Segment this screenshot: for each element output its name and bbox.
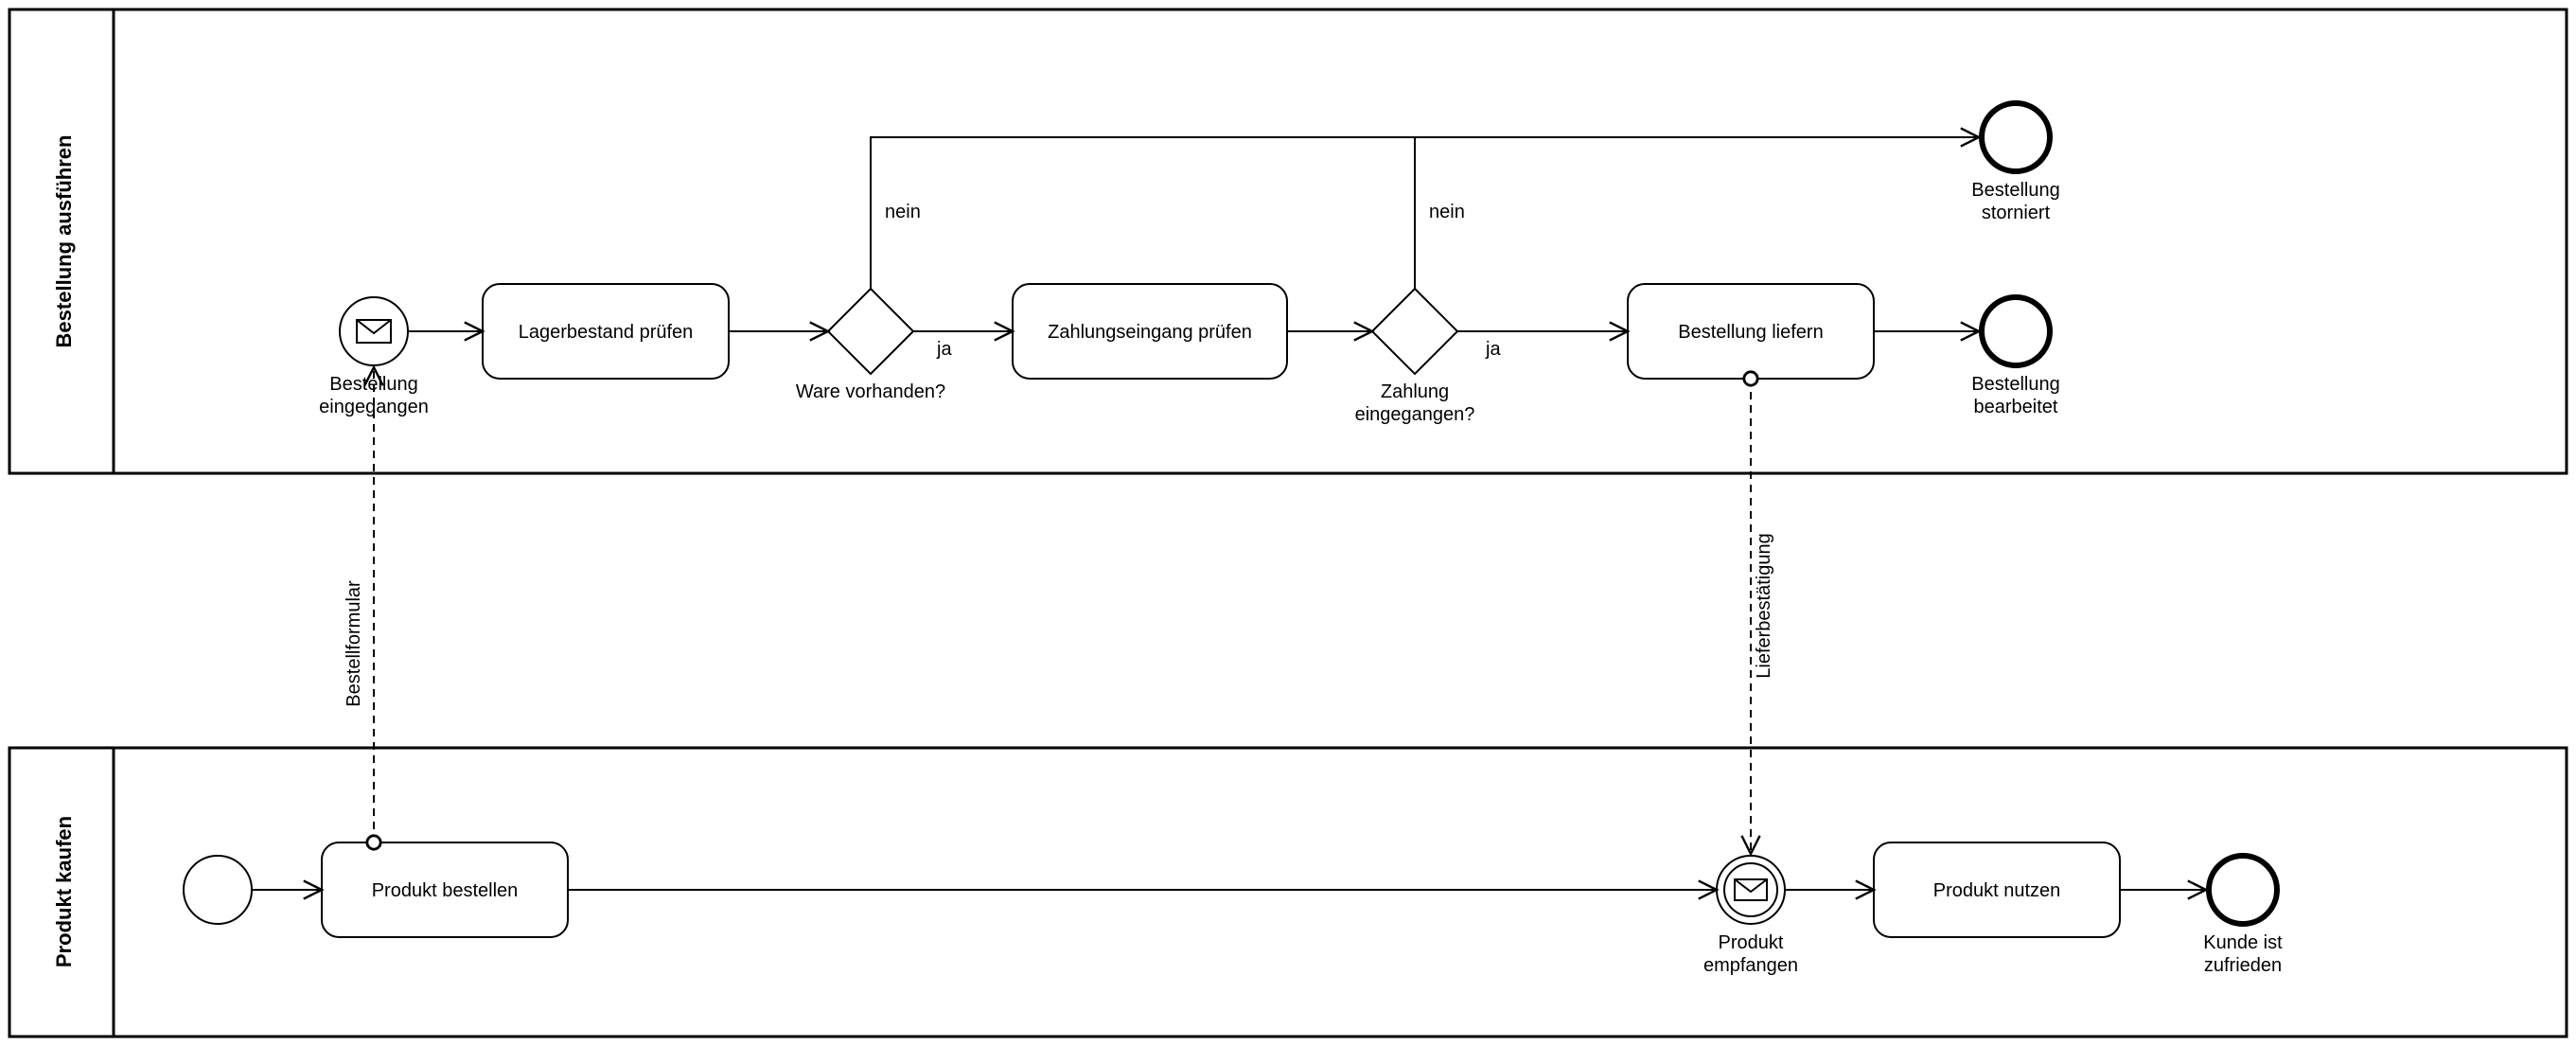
task-nutzen-label: Produkt nutzen [1933,880,2061,901]
gateway2-label-1: Zahlung [1381,381,1449,402]
pool-top-label: Bestellung ausführen [52,135,76,348]
task-produkt-bestellen: Produkt bestellen [322,842,568,937]
gateway2-label-2: eingegangen? [1355,404,1475,425]
end-kunde-label-1: Kunde ist [2203,932,2283,953]
gateway1-label: Ware vorhanden? [796,381,945,402]
task-lagerbestand-pruefen: Lagerbestand prüfen [483,284,729,379]
msg-delivery-label: Lieferbestätigung [1754,533,1774,678]
task-bestellen-label: Produkt bestellen [372,880,519,901]
start-event-kunde [184,856,252,924]
task-produkt-nutzen: Produkt nutzen [1874,842,2120,937]
task-bestellung-liefern: Bestellung liefern [1628,284,1874,379]
gw1-yes-label: ja [936,339,952,360]
message-icon [1735,879,1767,900]
task-zahlungseingang-pruefen: Zahlungseingang prüfen [1013,284,1287,379]
msg-order-label: Bestellformular [344,580,364,707]
gw1-no-label: nein [885,202,921,222]
end1-label-1: Bestellung [1971,180,2059,201]
task-liefern-label: Bestellung liefern [1678,322,1823,343]
task-zahlung-label: Zahlungseingang prüfen [1048,322,1252,343]
end2-label-1: Bestellung [1971,374,2059,395]
end2-label-2: bearbeitet [1974,397,2058,417]
task-lagerbestand-label: Lagerbestand prüfen [519,322,694,343]
end-kunde-label-2: zufrieden [2204,955,2282,976]
pool-bottom-label: Produkt kaufen [52,816,76,967]
message-icon [357,320,391,343]
gw2-yes-label: ja [1485,339,1501,360]
gw2-no-label: nein [1429,202,1465,222]
end1-label-2: storniert [1982,203,2051,223]
recv-label-1: Produkt [1719,932,1784,953]
recv-label-2: empfangen [1703,955,1798,976]
